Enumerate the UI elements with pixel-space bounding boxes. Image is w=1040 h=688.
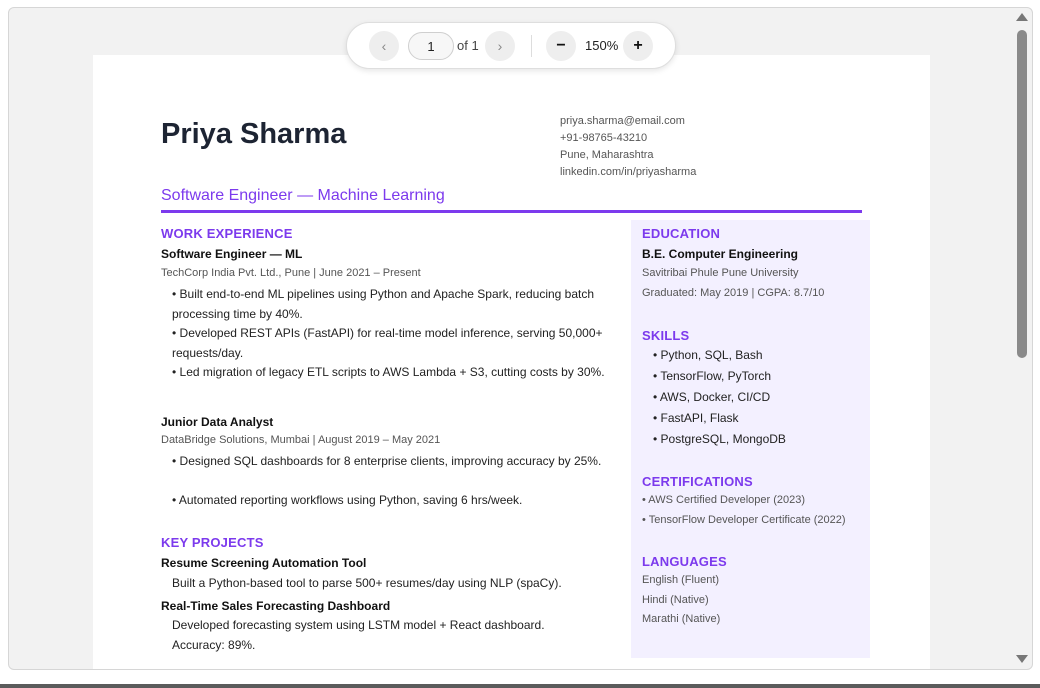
skill-item: • TensorFlow, PyTorch bbox=[653, 369, 772, 383]
project-name: Resume Screening Automation Tool bbox=[161, 556, 367, 570]
job-title: Software Engineer — ML bbox=[161, 247, 303, 261]
scroll-up-arrow-icon[interactable] bbox=[1016, 13, 1028, 21]
job-bullet: • Built end-to-end ML pipelines using Py… bbox=[172, 287, 595, 321]
skill-item: • Python, SQL, Bash bbox=[653, 348, 763, 362]
window-bottom-edge bbox=[0, 684, 1040, 688]
skill-item: • PostgreSQL, MongoDB bbox=[653, 432, 786, 446]
plus-icon: + bbox=[633, 37, 643, 54]
project-name: Real-Time Sales Forecasting Dashboard bbox=[161, 599, 391, 613]
contact-email: priya.sharma@email.com bbox=[560, 115, 685, 127]
skill-item: • FastAPI, Flask bbox=[653, 411, 739, 425]
toolbar-divider bbox=[531, 35, 532, 57]
language-item: Marathi (Native) bbox=[642, 613, 721, 625]
previous-page-button[interactable]: ‹ bbox=[369, 31, 399, 61]
vertical-scrollbar[interactable] bbox=[1013, 8, 1031, 668]
language-item: Hindi (Native) bbox=[642, 594, 709, 606]
certification-item: • TensorFlow Developer Certificate (2022… bbox=[642, 514, 846, 526]
key-projects-heading: KEY PROJECTS bbox=[161, 535, 264, 550]
contact-phone: +91-98765-43210 bbox=[560, 132, 648, 144]
job-bullet: • Developed REST APIs (FastAPI) for real… bbox=[172, 326, 603, 360]
job-bullet: • Automated reporting workflows using Py… bbox=[172, 493, 523, 507]
headline-divider bbox=[161, 210, 862, 213]
job-bullet: • Led migration of legacy ETL scripts to… bbox=[172, 365, 605, 379]
job-bullet: • Designed SQL dashboards for 8 enterpri… bbox=[172, 454, 602, 468]
skills-heading: SKILLS bbox=[642, 328, 690, 343]
next-page-button[interactable]: › bbox=[485, 31, 515, 61]
certification-item: • AWS Certified Developer (2023) bbox=[642, 494, 806, 506]
chevron-right-icon: › bbox=[497, 38, 503, 54]
chevron-left-icon: ‹ bbox=[381, 38, 387, 54]
job-title: Junior Data Analyst bbox=[161, 415, 274, 429]
project-description: Built a Python-based tool to parse 500+ … bbox=[172, 576, 562, 590]
scroll-down-arrow-icon[interactable] bbox=[1016, 655, 1028, 663]
job-meta: TechCorp India Pvt. Ltd., Pune | June 20… bbox=[161, 267, 421, 279]
job-meta: DataBridge Solutions, Mumbai | August 20… bbox=[161, 434, 441, 446]
education-degree: B.E. Computer Engineering bbox=[642, 247, 799, 261]
contact-location: Pune, Maharashtra bbox=[560, 149, 654, 161]
zoom-level: 150% bbox=[585, 38, 619, 53]
language-item: English (Fluent) bbox=[642, 574, 720, 586]
education-heading: EDUCATION bbox=[642, 226, 721, 241]
skill-item: • AWS, Docker, CI/CD bbox=[653, 390, 771, 404]
resume-headline: Software Engineer — Machine Learning bbox=[161, 187, 445, 204]
pdf-toolbar: ‹ 1 of 1 › − 150% + bbox=[346, 22, 676, 69]
page-number-input[interactable]: 1 bbox=[408, 32, 454, 60]
project-description: Developed forecasting system using LSTM … bbox=[172, 618, 545, 652]
zoom-out-button[interactable]: − bbox=[546, 31, 576, 61]
languages-heading: LANGUAGES bbox=[642, 554, 727, 569]
resume-name: Priya Sharma bbox=[161, 118, 347, 150]
education-details: Graduated: May 2019 | CGPA: 8.7/10 bbox=[642, 287, 825, 299]
education-school: Savitribai Phule Pune University bbox=[642, 267, 799, 279]
contact-linkedin: linkedin.com/in/priyasharma bbox=[560, 166, 697, 178]
work-experience-heading: WORK EXPERIENCE bbox=[161, 226, 293, 241]
scrollbar-thumb[interactable] bbox=[1017, 30, 1027, 358]
minus-icon: − bbox=[556, 37, 566, 54]
certifications-heading: CERTIFICATIONS bbox=[642, 474, 753, 489]
page-count-label: of 1 bbox=[457, 38, 479, 53]
zoom-in-button[interactable]: + bbox=[623, 31, 653, 61]
